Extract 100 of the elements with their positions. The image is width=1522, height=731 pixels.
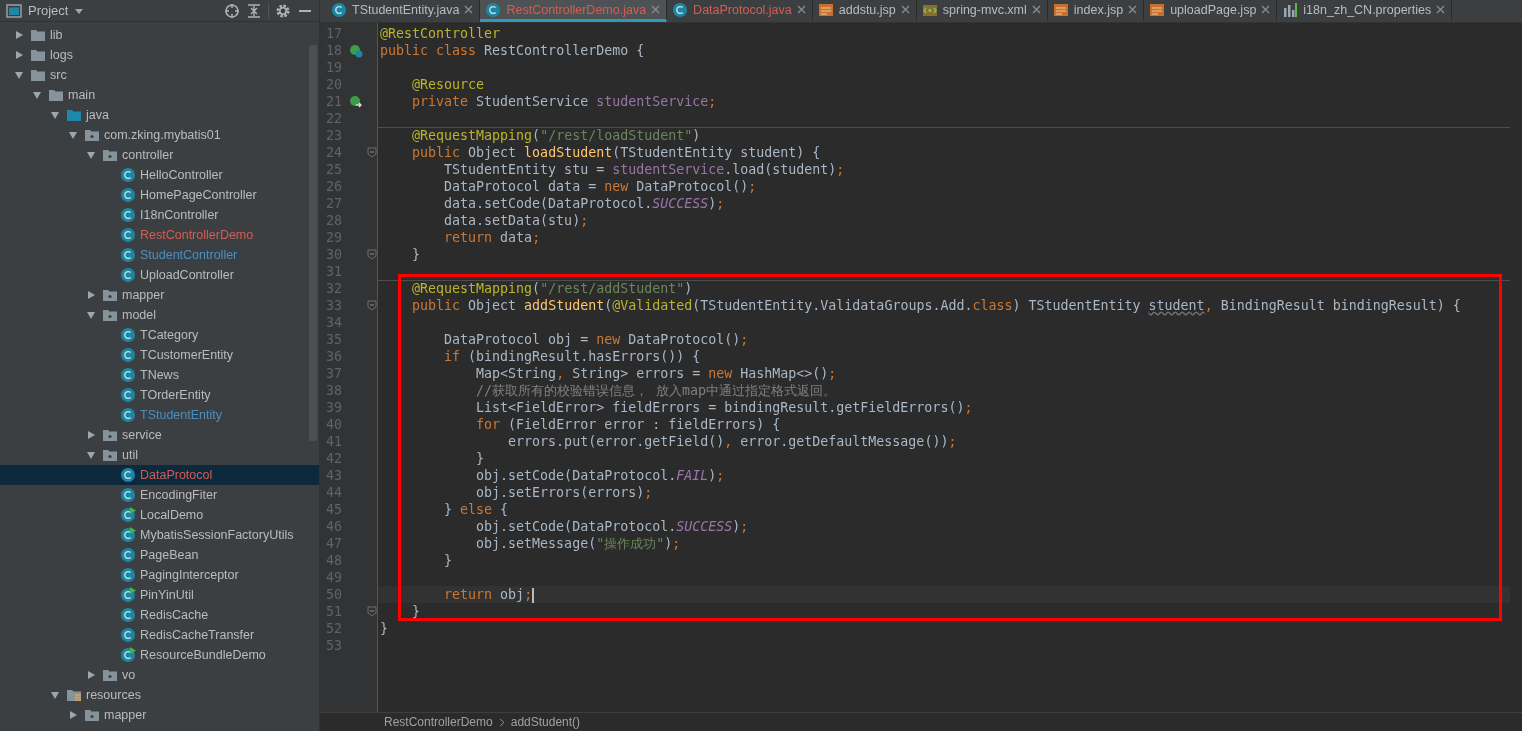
code-line: obj.setErrors(errors);: [475, 484, 654, 501]
chevron-right-icon: [498, 717, 505, 727]
text-cursor: [532, 587, 534, 603]
fold-icon[interactable]: [367, 606, 377, 617]
code-line: private StudentService studentService;: [411, 93, 718, 110]
fold-icon[interactable]: [367, 249, 377, 260]
tree-item[interactable]: TCustomerEntity: [0, 345, 319, 365]
tree-item[interactable]: TNews: [0, 365, 319, 385]
editor-tab[interactable]: TStudentEntity.java: [326, 0, 481, 22]
caret-down-icon[interactable]: [86, 310, 96, 320]
jsp-file-icon: [817, 1, 834, 18]
locate-icon[interactable]: [224, 2, 240, 19]
tree-item[interactable]: PagingInterceptor: [0, 565, 319, 585]
editor-tab[interactable]: spring-mvc.xml: [916, 0, 1048, 22]
panel-title[interactable]: Project: [28, 3, 69, 18]
close-icon[interactable]: [1436, 5, 1446, 14]
tree-item[interactable]: RedisCacheTransfer: [0, 625, 319, 645]
code-line: //获取所有的校验错误信息， 放入map中通过指定格式返回。: [475, 382, 838, 399]
code-line: @Resource: [411, 76, 486, 93]
package-icon: [102, 288, 118, 302]
fold-icon[interactable]: [367, 147, 377, 158]
class-icon: [331, 1, 347, 18]
close-icon[interactable]: [1031, 5, 1041, 14]
code-line: if (bindingResult.hasErrors()) {: [443, 348, 702, 365]
tree-item[interactable]: util: [0, 445, 319, 465]
tree-item[interactable]: DataProtocol: [0, 465, 319, 485]
close-icon[interactable]: [900, 5, 910, 14]
code-line: return data;: [443, 229, 542, 246]
editor-tab[interactable]: index.jsp: [1047, 0, 1145, 22]
tree-item[interactable]: UploadController: [0, 265, 319, 285]
breadcrumb-item[interactable]: addStudent(): [510, 715, 581, 729]
caret-right-icon[interactable]: [14, 50, 24, 60]
code-line: errors.put(error.getField(), error.getDefaultMessage());: [507, 433, 958, 450]
editor-tab[interactable]: uploadPage.jsp: [1144, 0, 1278, 22]
tree-item[interactable]: TCategory: [0, 325, 319, 345]
tree-item[interactable]: StudentController: [0, 245, 319, 265]
breadcrumb-item[interactable]: RestControllerDemo: [384, 715, 493, 729]
tree-item[interactable]: controller: [0, 145, 319, 165]
code-line: }: [443, 552, 454, 569]
tree-item[interactable]: I18nController: [0, 205, 319, 225]
jsp-file-icon: [1052, 1, 1069, 18]
tree-item[interactable]: service: [0, 425, 319, 445]
code-line: List<FieldError> fieldErrors = bindingResult.getFieldErrors();: [475, 399, 974, 416]
tree-item[interactable]: TStudentEntity: [0, 405, 319, 425]
tree-item[interactable]: HomePageController: [0, 185, 319, 205]
collapse-all-icon[interactable]: [246, 2, 262, 19]
code-line: }: [475, 450, 486, 467]
caret-right-icon[interactable]: [68, 710, 78, 720]
tree-item[interactable]: PinYinUtil: [0, 585, 319, 605]
tree-item[interactable]: MybatisSessionFactoryUtils: [0, 525, 319, 545]
code-line: public Object addStudent(@Validated(TStudentEntity.ValidataGroups.Add.class) TStudentEntity student, BindingResult bindingResult) {: [411, 297, 1462, 314]
tree-item[interactable]: LocalDemo: [0, 505, 319, 525]
class-icon: [672, 1, 689, 18]
tree-item[interactable]: main: [0, 85, 319, 105]
caret-down-icon[interactable]: [68, 130, 78, 140]
tree-item[interactable]: mapper: [0, 285, 319, 305]
project-window-icon: [6, 3, 22, 18]
close-icon[interactable]: [1128, 5, 1138, 14]
caret-right-icon[interactable]: [86, 430, 96, 440]
caret-right-icon[interactable]: [86, 670, 96, 680]
package-icon: [84, 708, 100, 722]
caret-down-icon[interactable]: [50, 690, 60, 700]
tree-item[interactable]: lib: [0, 25, 319, 45]
tree-item[interactable]: com.zking.mybatis01: [0, 125, 319, 145]
folder-icon: [66, 688, 82, 702]
tree-item[interactable]: mapper: [0, 705, 319, 725]
caret-down-icon[interactable]: [86, 150, 96, 160]
tree-item[interactable]: RedisCache: [0, 605, 319, 625]
caret-down-icon[interactable]: [86, 450, 96, 460]
close-icon[interactable]: [651, 5, 661, 14]
tree-item[interactable]: java: [0, 105, 319, 125]
tree-item[interactable]: TOrderEntity: [0, 385, 319, 405]
tree-item[interactable]: model: [0, 305, 319, 325]
caret-right-icon[interactable]: [14, 30, 24, 40]
tree-item[interactable]: PageBean: [0, 545, 319, 565]
caret-right-icon[interactable]: [86, 290, 96, 300]
tree-item[interactable]: vo: [0, 665, 319, 685]
folder-icon: [48, 88, 64, 102]
package-icon: [102, 308, 118, 322]
fold-icon[interactable]: [367, 300, 377, 311]
settings-icon[interactable]: [275, 2, 291, 19]
close-icon[interactable]: [1261, 5, 1271, 14]
tree-item[interactable]: logs: [0, 45, 319, 65]
tree-item[interactable]: HelloController: [0, 165, 319, 185]
tree-item[interactable]: ResourceBundleDemo: [0, 645, 319, 665]
caret-down-icon[interactable]: [32, 90, 42, 100]
editor-tab[interactable]: i18n_zh_CN.properties: [1277, 0, 1453, 22]
tree-item[interactable]: EncodingFiter: [0, 485, 319, 505]
caret-down-icon[interactable]: [50, 110, 60, 120]
tree-item[interactable]: resources: [0, 685, 319, 705]
code-line: @RequestMapping("/rest/loadStudent"): [378, 127, 1510, 144]
package-icon: [102, 148, 118, 162]
close-icon[interactable]: [796, 5, 806, 14]
caret-down-icon[interactable]: [14, 70, 24, 80]
tree-item[interactable]: src: [0, 65, 319, 85]
editor-tab[interactable]: addstu.jsp: [812, 0, 917, 22]
code-line: Map<String, String> errors = new HashMap<>();: [475, 365, 838, 382]
code-line: }: [411, 246, 422, 263]
package-icon: [102, 428, 118, 442]
close-icon[interactable]: [464, 5, 474, 14]
